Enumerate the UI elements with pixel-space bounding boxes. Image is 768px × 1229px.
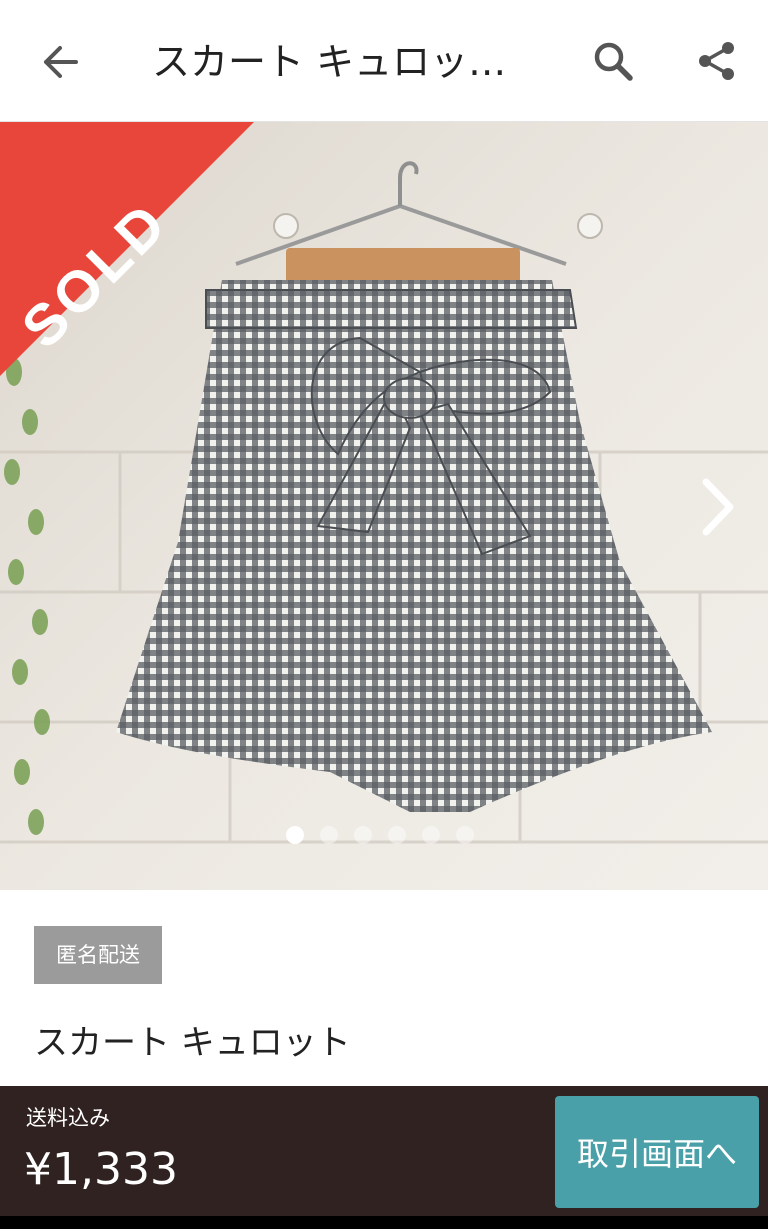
transaction-screen-button[interactable]: 取引画面へ xyxy=(555,1096,759,1208)
pager-dot[interactable] xyxy=(320,826,338,844)
pager-dot[interactable] xyxy=(388,826,406,844)
search-icon xyxy=(594,42,633,81)
image-pager xyxy=(286,824,474,846)
price: ¥1,333 xyxy=(24,1144,178,1195)
pager-dot[interactable] xyxy=(456,826,474,844)
page-title: スカート キュロッ… xyxy=(152,40,507,84)
anonymous-shipping-badge: 匿名配送 xyxy=(34,926,162,984)
bottom-edge xyxy=(0,1216,768,1229)
search-button[interactable] xyxy=(586,34,640,88)
purchase-bar: 送料込み ¥1,333 取引画面へ xyxy=(0,1086,768,1216)
chevron-right-icon xyxy=(702,478,734,536)
next-image-button[interactable] xyxy=(690,472,746,542)
back-button[interactable] xyxy=(34,38,86,86)
app-header: スカート キュロッ… xyxy=(0,0,768,122)
arrow-left-icon xyxy=(44,46,78,78)
product-name: スカート キュロット xyxy=(34,1023,351,1063)
pager-dot[interactable] xyxy=(286,826,304,844)
product-photo xyxy=(0,122,768,890)
shipping-note: 送料込み xyxy=(26,1106,110,1130)
pager-dot[interactable] xyxy=(422,826,440,844)
pager-dot[interactable] xyxy=(354,826,372,844)
product-image[interactable]: SOLD xyxy=(0,122,768,890)
share-button[interactable] xyxy=(690,34,744,88)
share-icon xyxy=(699,42,734,80)
